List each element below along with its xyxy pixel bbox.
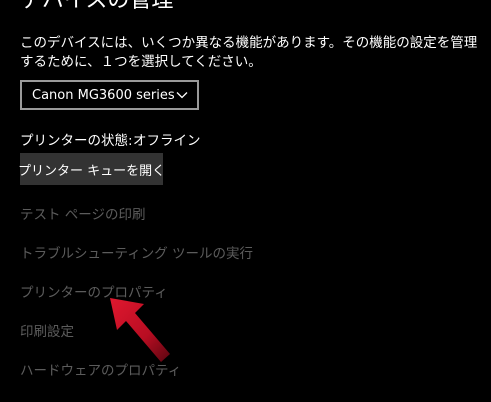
chevron-down-icon [175, 88, 189, 102]
run-troubleshooter-link[interactable]: トラブルシューティング ツールの実行 [20, 245, 253, 263]
page-title: デバイスの管理 [20, 0, 174, 13]
printer-status-value: オフライン [133, 133, 201, 149]
printer-status-label: プリンターの状態: [20, 133, 133, 149]
device-select-value: Canon MG3600 series [32, 87, 175, 103]
print-test-page-link[interactable]: テスト ページの印刷 [20, 206, 146, 224]
hardware-properties-link[interactable]: ハードウェアのプロパティ [20, 362, 181, 380]
printer-status-row: プリンターの状態: オフライン [20, 132, 201, 150]
device-select[interactable]: Canon MG3600 series [20, 80, 199, 110]
open-print-queue-button[interactable]: プリンター キューを開く [18, 153, 165, 185]
red-arrow-annotation-icon [110, 298, 170, 362]
printing-preferences-link[interactable]: 印刷設定 [20, 323, 74, 341]
description-text: このデバイスには、いくつか異なる機能があります。その機能の設定を管理するために、… [20, 35, 478, 70]
printer-properties-link[interactable]: プリンターのプロパティ [20, 284, 168, 302]
